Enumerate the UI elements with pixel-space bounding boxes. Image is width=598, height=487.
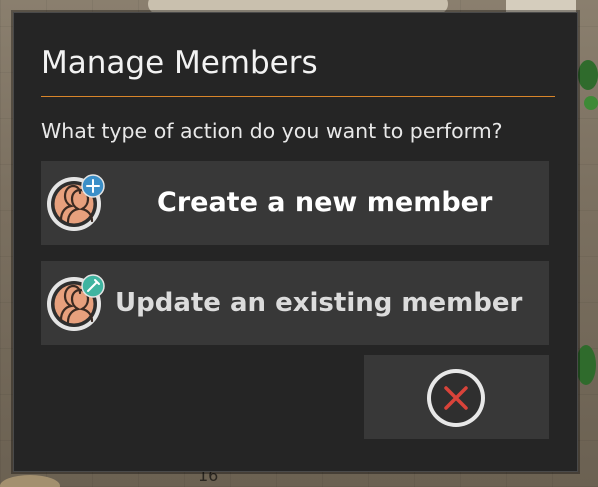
close-icon xyxy=(425,367,487,429)
member-add-icon xyxy=(45,171,107,233)
dialog-title: Manage Members xyxy=(41,45,318,81)
update-member-button[interactable]: Update an existing member xyxy=(41,261,549,345)
background-foliage xyxy=(584,96,598,110)
create-member-label: Create a new member xyxy=(157,187,493,218)
background-foliage xyxy=(578,60,598,90)
close-button[interactable] xyxy=(364,355,549,439)
manage-members-dialog: Manage Members What type of action do yo… xyxy=(13,12,578,472)
member-edit-icon xyxy=(45,271,107,333)
dialog-prompt: What type of action do you want to perfo… xyxy=(41,119,503,143)
background-decoration xyxy=(0,475,60,487)
background-foliage xyxy=(576,345,596,385)
title-divider xyxy=(41,96,555,97)
update-member-label: Update an existing member xyxy=(115,288,523,318)
create-member-button[interactable]: Create a new member xyxy=(41,161,549,245)
